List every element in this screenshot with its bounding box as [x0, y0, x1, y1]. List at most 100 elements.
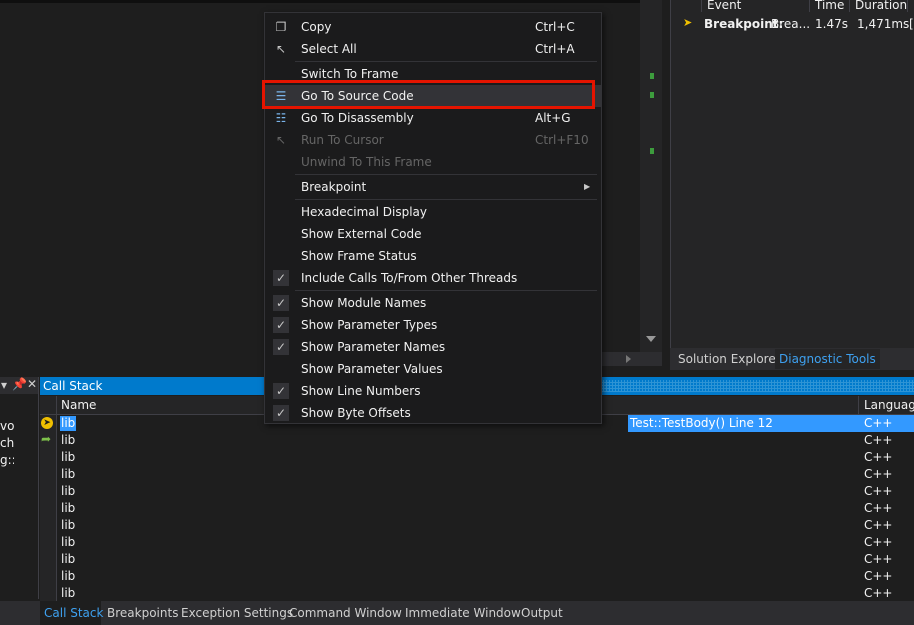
event-row[interactable]: ➤ Breakpoint: Brea... 1.47s 1,471ms [8	[671, 14, 914, 34]
menu-item-show-byte-offsets[interactable]: ✓ Show Byte Offsets	[265, 402, 601, 424]
column-event[interactable]: Event	[701, 0, 809, 12]
menu-item-shortcut: Ctrl+A	[535, 42, 575, 56]
submenu-arrow-icon: ▶	[584, 182, 591, 191]
menu-item-label: Breakpoint	[301, 180, 367, 194]
row-gutter	[40, 483, 57, 500]
frame-language: C++	[864, 501, 893, 515]
menu-item-label: Include Calls To/From Other Threads	[301, 271, 518, 285]
menu-item-show-frame-status[interactable]: Show Frame Status	[265, 245, 601, 267]
menu-item-show-module-names[interactable]: ✓ Show Module Names	[265, 292, 601, 314]
cursor-icon: ↖	[275, 133, 287, 147]
column-language[interactable]: Language	[864, 398, 914, 412]
events-table-header: Event Time Duration	[671, 0, 914, 12]
menu-item-run-to-cursor: ↖ Run To Cursor Ctrl+F10	[265, 129, 601, 151]
menu-item-label: Run To Cursor	[301, 133, 384, 147]
menu-item-label: Unwind To This Frame	[301, 155, 432, 169]
frame-name: lib	[61, 433, 76, 447]
frame-language: C++	[864, 467, 893, 481]
event-duration: 1,471ms	[857, 17, 910, 31]
row-gutter	[40, 551, 57, 568]
event-name: Brea...	[771, 17, 811, 31]
frame-name: lib	[61, 552, 76, 566]
call-stack-row[interactable]: lib C++	[40, 551, 914, 568]
editor-horizontal-scrollbar[interactable]	[600, 352, 662, 366]
call-stack-row[interactable]: lib C++	[40, 517, 914, 534]
frame-language: C++	[864, 450, 893, 464]
scroll-right-arrow-icon[interactable]	[626, 355, 631, 363]
frame-name: lib	[61, 467, 76, 481]
row-gutter	[40, 466, 57, 483]
tab-immediate-window[interactable]: Immediate Window	[405, 604, 521, 622]
editor-vertical-scrollbar[interactable]	[640, 0, 662, 352]
row-gutter	[40, 568, 57, 585]
menu-item-label: Select All	[301, 42, 357, 56]
menu-item-copy[interactable]: ❐ Copy Ctrl+C	[265, 16, 601, 38]
change-marker	[650, 73, 654, 79]
checkmark-icon: ✓	[273, 295, 289, 311]
frame-language: C++	[864, 535, 893, 549]
call-stack-row[interactable]: lib C++	[40, 568, 914, 585]
titlebar-grip	[600, 380, 914, 392]
call-stack-row[interactable]: lib C++	[40, 483, 914, 500]
menu-item-shortcut: Alt+G	[535, 111, 571, 125]
checkmark-icon: ✓	[273, 405, 289, 421]
menu-item-label: Show Frame Status	[301, 249, 417, 263]
call-stack-row[interactable]: lib C++	[40, 585, 914, 602]
menu-item-hexadecimal-display[interactable]: Hexadecimal Display	[265, 201, 601, 223]
call-stack-row[interactable]: lib C++	[40, 500, 914, 517]
row-gutter	[40, 449, 57, 466]
tab-diagnostic-tools[interactable]: Diagnostic Tools	[775, 349, 880, 369]
highlight-box	[262, 80, 595, 109]
column-extra[interactable]	[907, 0, 914, 12]
menu-item-show-parameter-values[interactable]: Show Parameter Values	[265, 358, 601, 380]
call-stack-row[interactable]: lib C++	[40, 449, 914, 466]
menu-item-show-parameter-names[interactable]: ✓ Show Parameter Names	[265, 336, 601, 358]
column-name[interactable]: Name	[61, 398, 96, 412]
tab-solution-explorer[interactable]: Solution Explorer	[674, 349, 785, 369]
menu-item-select-all[interactable]: ↖ Select All Ctrl+A	[265, 38, 601, 60]
editor-top-border	[0, 0, 640, 3]
disassembly-icon: ☷	[275, 111, 287, 125]
frame-language: C++	[864, 552, 893, 566]
menu-item-label: Show Module Names	[301, 296, 427, 310]
frame-location: Test::TestBody() Line 12	[628, 415, 862, 432]
menu-item-include-calls[interactable]: ✓ Include Calls To/From Other Threads	[265, 267, 601, 289]
frame-name: lib	[60, 416, 77, 431]
menu-item-shortcut: Ctrl+F10	[535, 133, 589, 147]
call-stack-list: ➤ lib Test::TestBody() Line 12 C++ ➦ lib…	[40, 415, 914, 602]
tab-breakpoints[interactable]: Breakpoints	[107, 604, 178, 622]
left-panel-toolbar: ▾ 📌 ✕	[0, 377, 38, 394]
row-gutter	[40, 517, 57, 534]
menu-separator	[295, 61, 597, 62]
menu-item-breakpoint[interactable]: Breakpoint ▶	[265, 176, 601, 198]
menu-item-unwind-to-this-frame: Unwind To This Frame	[265, 151, 601, 173]
menu-item-show-parameter-types[interactable]: ✓ Show Parameter Types	[265, 314, 601, 336]
menu-item-show-external-code[interactable]: Show External Code	[265, 223, 601, 245]
menu-item-label: Hexadecimal Display	[301, 205, 428, 219]
left-panel-text-1: voi	[0, 419, 14, 433]
tab-output[interactable]: Output	[521, 604, 563, 622]
column-time[interactable]: Time	[809, 0, 849, 12]
event-time: 1.47s	[815, 17, 848, 31]
close-icon[interactable]: ✕	[27, 377, 37, 391]
current-frame-arrow-icon: ➤	[41, 417, 53, 429]
tab-command-window[interactable]: Command Window	[289, 604, 402, 622]
tab-call-stack[interactable]: Call Stack	[44, 604, 103, 622]
select-all-icon: ↖	[275, 42, 287, 56]
pin-icon[interactable]: 📌	[12, 377, 27, 391]
dropdown-arrow-icon[interactable]: ▾	[1, 378, 7, 392]
row-gutter: ➤	[40, 415, 57, 432]
checkmark-icon: ✓	[273, 339, 289, 355]
frame-language: C++	[862, 415, 914, 432]
menu-item-show-line-numbers[interactable]: ✓ Show Line Numbers	[265, 380, 601, 402]
menu-item-go-to-disassembly[interactable]: ☷ Go To Disassembly Alt+G	[265, 107, 601, 129]
call-stack-row[interactable]: lib C++	[40, 534, 914, 551]
header-divider	[858, 396, 859, 414]
scroll-down-arrow-icon[interactable]	[646, 336, 656, 342]
column-duration[interactable]: Duration	[849, 0, 907, 12]
call-stack-row[interactable]: ➦ lib C++	[40, 432, 914, 449]
call-stack-row[interactable]: lib C++	[40, 466, 914, 483]
menu-item-label: Show Parameter Values	[301, 362, 443, 376]
row-gutter	[40, 500, 57, 517]
tab-exception-settings[interactable]: Exception Settings	[181, 604, 293, 622]
